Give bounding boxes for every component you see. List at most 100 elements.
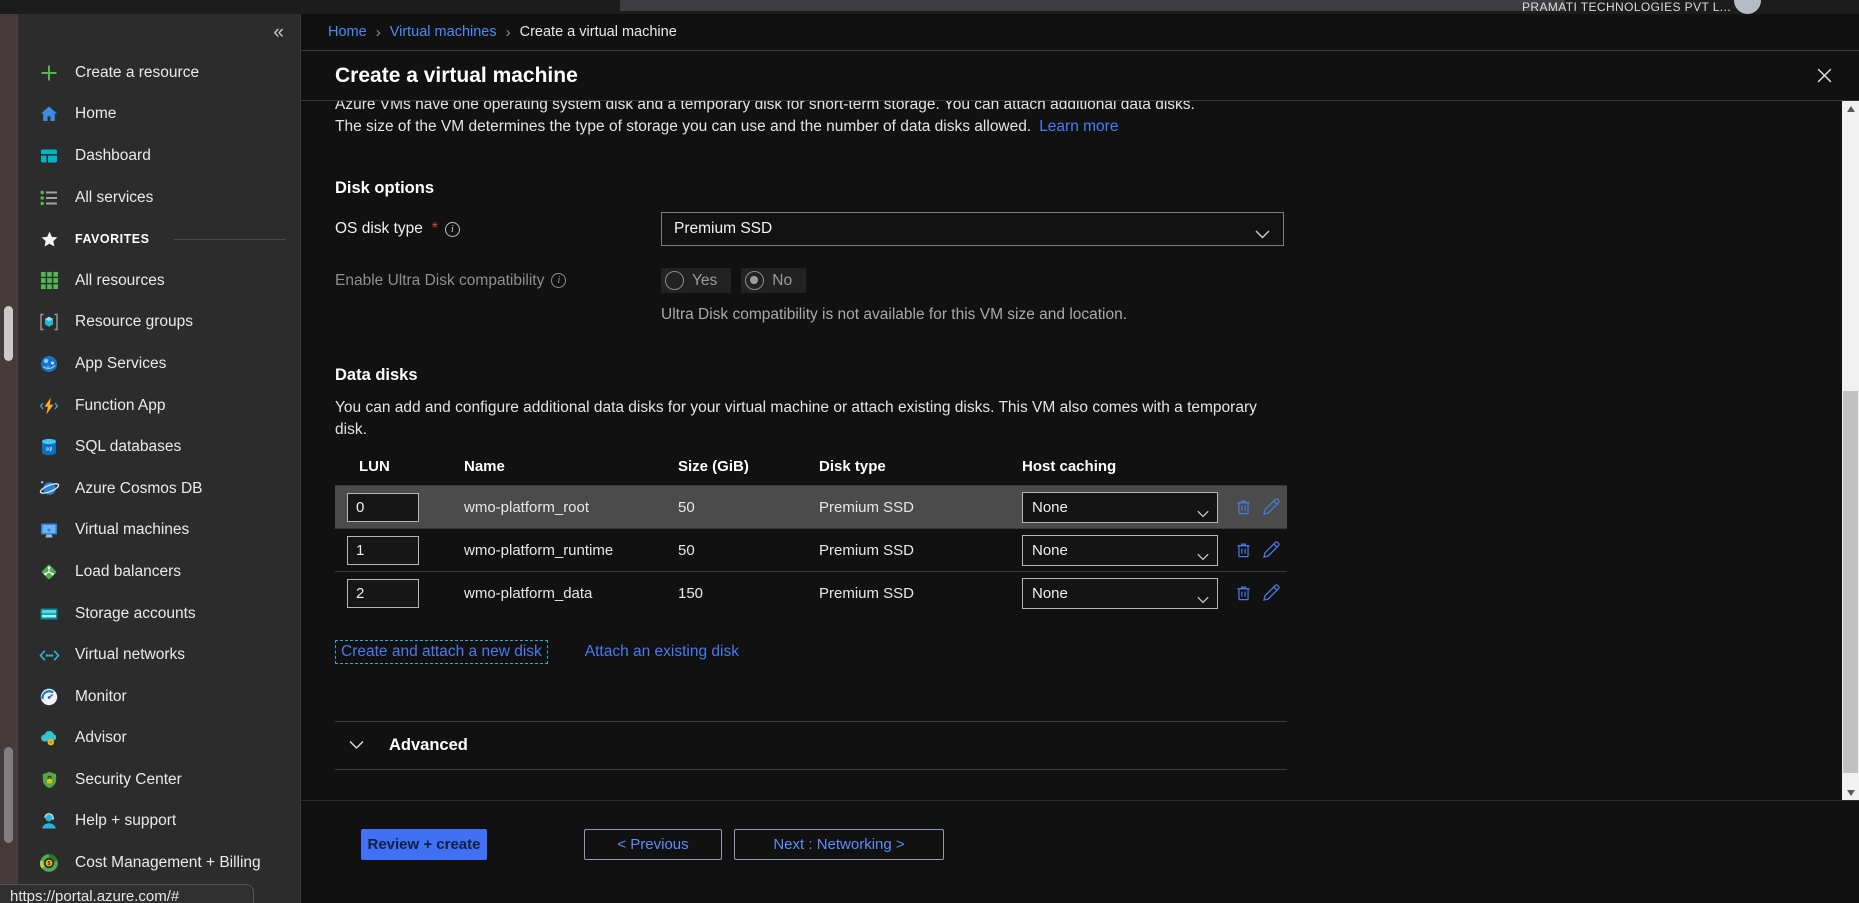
lun-input[interactable] xyxy=(347,493,419,522)
os-disk-type-row: OS disk type* i Premium SSD xyxy=(335,212,1842,246)
edge-scroll-segment xyxy=(4,306,13,361)
sidebar-item-create-a-resource[interactable]: Create a resource xyxy=(18,52,300,94)
data-disks-table: LUN Name Size (GiB) Disk type Host cachi… xyxy=(335,454,1287,614)
advanced-toggle[interactable]: Advanced xyxy=(335,722,1287,769)
list-icon xyxy=(38,187,60,209)
dashboard-icon xyxy=(38,145,60,167)
ultra-disk-label: Enable Ultra Disk compatibility xyxy=(335,272,544,290)
storage-icon xyxy=(38,603,60,625)
network-icon xyxy=(38,644,60,666)
sidebar-item-cost-management-billing[interactable]: $ Cost Management + Billing xyxy=(18,842,300,884)
diamond-icon xyxy=(38,561,60,583)
edge-scroll-segment xyxy=(4,747,13,843)
data-disks-heading: Data disks xyxy=(335,366,1842,385)
scrollbar-thumb[interactable] xyxy=(1843,391,1858,773)
intro-text: Azure VMs have one operating system disk… xyxy=(335,101,1842,137)
lun-input[interactable] xyxy=(347,579,419,608)
chevron-down-icon xyxy=(1197,505,1209,522)
sidebar-item-all-services[interactable]: All services xyxy=(18,177,300,219)
data-disk-row: wmo-platform_runtime 50 Premium SSD None xyxy=(335,528,1287,571)
scroll-up-icon[interactable] xyxy=(1842,101,1859,117)
next-networking-button[interactable]: Next : Networking > xyxy=(734,829,944,860)
scrollbar[interactable] xyxy=(1842,101,1859,801)
sidebar-item-app-services[interactable]: App Services xyxy=(18,343,300,385)
column-lun: LUN xyxy=(347,458,464,475)
window-edge xyxy=(0,14,18,903)
edit-disk-icon[interactable] xyxy=(1261,540,1281,560)
sidebar-collapse-icon[interactable]: « xyxy=(273,22,284,44)
status-url: https://portal.azure.com/# xyxy=(0,884,254,903)
sidebar-item-virtual-machines[interactable]: Virtual machines xyxy=(18,510,300,552)
close-icon[interactable] xyxy=(1816,67,1833,84)
sidebar-item-advisor[interactable]: Advisor xyxy=(18,718,300,760)
breadcrumb: Home › Virtual machines › Create a virtu… xyxy=(301,14,1859,50)
chevron-down-icon xyxy=(1197,591,1209,608)
create-vm-panel: Create a virtual machine Azure VMs have … xyxy=(301,50,1859,903)
column-name: Name xyxy=(464,458,678,475)
host-caching-select[interactable]: None xyxy=(1022,535,1218,566)
info-icon[interactable]: i xyxy=(551,273,566,288)
learn-more-link[interactable]: Learn more xyxy=(1039,118,1118,135)
sidebar-item-storage-accounts[interactable]: Storage accounts xyxy=(18,593,300,635)
host-caching-select[interactable]: None xyxy=(1022,492,1218,523)
breadcrumb-current: Create a virtual machine xyxy=(520,24,677,40)
column-host-caching: Host caching xyxy=(1022,458,1234,475)
sidebar-item-home[interactable]: Home xyxy=(18,94,300,136)
sidebar-item-virtual-networks[interactable]: Virtual networks xyxy=(18,634,300,676)
sidebar-item-security-center[interactable]: Security Center xyxy=(18,759,300,801)
sidebar-item-all-resources[interactable]: All resources xyxy=(18,260,300,302)
tenant-name[interactable]: PRAMATI TECHNOLOGIES PVT L... xyxy=(1522,0,1731,14)
disk-size: 150 xyxy=(678,585,819,602)
delete-disk-icon[interactable] xyxy=(1234,540,1253,560)
ultra-disk-row: Enable Ultra Disk compatibility i Yes No xyxy=(335,268,1842,293)
chevron-right-icon: › xyxy=(506,24,511,41)
delete-disk-icon[interactable] xyxy=(1234,497,1253,517)
panel-header: Create a virtual machine xyxy=(301,51,1859,101)
sidebar-item-function-app[interactable]: Function App xyxy=(18,385,300,427)
ultra-disk-radio-group: Yes No xyxy=(661,268,806,293)
breadcrumb-home-link[interactable]: Home xyxy=(328,24,367,40)
chevron-down-icon xyxy=(1255,226,1270,244)
grid-icon xyxy=(38,270,60,292)
database-icon: sql xyxy=(38,436,60,458)
delete-disk-icon[interactable] xyxy=(1234,583,1253,603)
column-size: Size (GiB) xyxy=(678,458,819,475)
scroll-down-icon[interactable] xyxy=(1842,785,1859,801)
data-disks-description: You can add and configure additional dat… xyxy=(335,397,1273,440)
sidebar-item-azure-cosmos-db[interactable]: Azure Cosmos DB xyxy=(18,468,300,510)
sidebar-item-dashboard[interactable]: Dashboard xyxy=(18,135,300,177)
avatar[interactable] xyxy=(1734,0,1761,14)
breadcrumb-virtual-machines-link[interactable]: Virtual machines xyxy=(390,24,497,40)
ultra-disk-note: Ultra Disk compatibility is not availabl… xyxy=(661,306,1842,324)
svg-text:sql: sql xyxy=(46,447,53,453)
edit-disk-icon[interactable] xyxy=(1261,497,1281,517)
chevron-down-icon xyxy=(1197,548,1209,565)
monitor-icon xyxy=(38,519,60,541)
sidebar-item-sql-databases[interactable]: sql SQL databases xyxy=(18,426,300,468)
data-disk-row: wmo-platform_root 50 Premium SSD None xyxy=(335,485,1287,528)
scroll-viewport: Azure VMs have one operating system disk… xyxy=(301,101,1842,800)
sidebar-favorites-header: FAVORITES xyxy=(18,218,300,260)
create-attach-disk-link[interactable]: Create and attach a new disk xyxy=(335,640,548,664)
globe-icon xyxy=(38,353,60,375)
edit-disk-icon[interactable] xyxy=(1261,583,1281,603)
attach-existing-disk-link[interactable]: Attach an existing disk xyxy=(585,643,739,661)
radio-yes: Yes xyxy=(661,268,731,293)
lun-input[interactable] xyxy=(347,536,419,565)
azure-portal-window: PRAMATI TECHNOLOGIES PVT L... « Create a… xyxy=(0,0,1859,903)
review-create-button[interactable]: Review + create xyxy=(361,829,487,860)
sidebar-item-help-support[interactable]: Help + support xyxy=(18,801,300,843)
planet-icon xyxy=(38,478,60,500)
info-icon[interactable]: i xyxy=(445,222,460,237)
host-caching-select[interactable]: None xyxy=(1022,578,1218,609)
disk-name: wmo-platform_data xyxy=(464,585,678,602)
previous-button[interactable]: < Previous xyxy=(584,829,722,860)
sidebar-item-resource-groups[interactable]: Resource groups xyxy=(18,302,300,344)
sidebar-item-monitor[interactable]: Monitor xyxy=(18,676,300,718)
shield-icon xyxy=(38,769,60,791)
os-disk-type-select[interactable]: Premium SSD xyxy=(661,212,1284,246)
sidebar-item-load-balancers[interactable]: Load balancers xyxy=(18,551,300,593)
star-icon xyxy=(38,228,60,250)
disk-type: Premium SSD xyxy=(819,585,1022,602)
advanced-section: Advanced xyxy=(335,721,1287,770)
